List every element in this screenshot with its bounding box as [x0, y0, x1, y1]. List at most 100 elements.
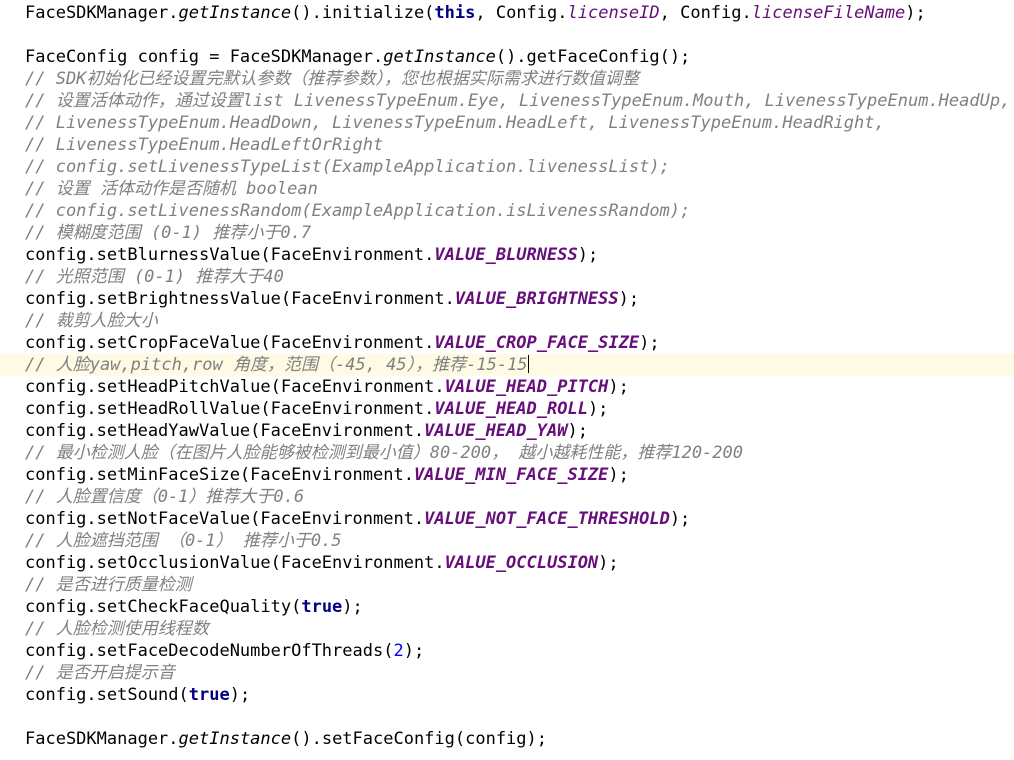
code-text: ); [587, 399, 609, 419]
comment-text: // 人脸检测使用线程数 [25, 619, 209, 639]
code-text: ); [567, 421, 588, 441]
code-text: config.setCheckFaceQuality( [25, 597, 302, 617]
code-text: ); [639, 333, 660, 353]
code-line[interactable]: config.setBlurnessValue(FaceEnvironment.… [0, 244, 1014, 266]
code-line[interactable]: config.setBrightnessValue(FaceEnvironmen… [0, 288, 1014, 310]
constant-token: VALUE_HEAD_YAW [424, 421, 568, 441]
code-text: config.setHeadYawValue(FaceEnvironment. [25, 421, 425, 441]
code-line[interactable]: config.setCropFaceValue(FaceEnvironment.… [0, 332, 1014, 354]
code-line[interactable]: config.setOcclusionValue(FaceEnvironment… [0, 552, 1014, 574]
constant-token: VALUE_NOT_FACE_THRESHOLD [424, 509, 670, 529]
code-text: ().getFaceConfig(); [495, 47, 691, 67]
constant-token: VALUE_BLURNESS [434, 245, 578, 265]
code-text: config.setOcclusionValue(FaceEnvironment… [25, 553, 445, 573]
code-text: ().initialize( [291, 3, 435, 23]
code-line[interactable]: config.setSound(true); [0, 684, 1014, 706]
code-text: config.setMinFaceSize(FaceEnvironment. [25, 465, 414, 485]
text-caret [527, 355, 529, 373]
comment-text: // 是否进行质量检测 [25, 575, 192, 595]
comment-text: // 设置 活体动作是否随机 boolean [25, 179, 318, 199]
code-text: config.setNotFaceValue(FaceEnvironment. [25, 509, 425, 529]
code-text: , Config. [475, 3, 568, 23]
comment-text: // 最小检测人脸（在图片人脸能够被检测到最小值）80-200， 越小越耗性能，… [25, 443, 743, 463]
constant-token: VALUE_HEAD_ROLL [434, 399, 588, 419]
code-line[interactable]: FaceConfig config = FaceSDKManager.getIn… [0, 46, 1014, 68]
code-line[interactable]: config.setHeadPitchValue(FaceEnvironment… [0, 376, 1014, 398]
comment-line[interactable]: // 人脸置信度（0-1）推荐大于0.6 [0, 486, 1014, 508]
method-token: getInstance [383, 47, 496, 67]
comment-text: // 人脸置信度（0-1）推荐大于0.6 [25, 487, 305, 507]
blank-line[interactable] [0, 24, 1014, 46]
keyword-token: true [301, 597, 343, 617]
keyword-token: true [188, 685, 230, 705]
code-line[interactable]: config.setFaceDecodeNumberOfThreads(2); [0, 640, 1014, 662]
code-text: FaceSDKManager. [25, 3, 179, 23]
comment-line[interactable]: // 模糊度范围 (0-1) 推荐小于0.7 [0, 222, 1014, 244]
code-line[interactable]: config.setHeadYawValue(FaceEnvironment.V… [0, 420, 1014, 442]
comment-line[interactable]: // config.setLivenessRandom(ExampleAppli… [0, 200, 1014, 222]
code-text: ); [618, 289, 640, 309]
constant-token: VALUE_OCCLUSION [444, 553, 599, 573]
field-token: licenseID [567, 3, 660, 23]
code-text: config.setBrightnessValue(FaceEnvironmen… [25, 289, 455, 309]
code-text: ); [598, 553, 619, 573]
comment-line[interactable]: // 人脸遮挡范围 （0-1） 推荐小于0.5 [0, 530, 1014, 552]
code-text: ); [342, 597, 363, 617]
code-line[interactable]: config.setCheckFaceQuality(true); [0, 596, 1014, 618]
code-text: ); [229, 685, 251, 705]
comment-line[interactable]: // LivenessTypeEnum.HeadDown, LivenessTy… [0, 112, 1014, 134]
comment-text: // 设置活体动作，通过设置list LivenessTypeEnum.Eye,… [25, 91, 1011, 111]
comment-line[interactable]: // LivenessTypeEnum.HeadLeftOrRight [0, 134, 1014, 156]
code-text: config.setHeadPitchValue(FaceEnvironment… [25, 377, 445, 397]
comment-line[interactable]: // 光照范围 (0-1) 推荐大于40 [0, 266, 1014, 288]
code-text: config.setHeadRollValue(FaceEnvironment. [25, 399, 435, 419]
comment-line[interactable]: // 最小检测人脸（在图片人脸能够被检测到最小值）80-200， 越小越耗性能，… [0, 442, 1014, 464]
comment-text: // 模糊度范围 (0-1) 推荐小于0.7 [25, 223, 312, 243]
code-text: ); [669, 509, 691, 529]
comment-text: // 是否开启提示音 [25, 663, 175, 683]
code-text: config.setBlurnessValue(FaceEnvironment. [25, 245, 435, 265]
code-text: ); [608, 465, 629, 485]
blank-line[interactable] [0, 706, 1014, 728]
comment-line[interactable]: // 裁剪人脸大小 [0, 310, 1014, 332]
comment-line[interactable]: // 设置 活体动作是否随机 boolean [0, 178, 1014, 200]
code-line[interactable]: config.setMinFaceSize(FaceEnvironment.VA… [0, 464, 1014, 486]
code-text: ); [608, 377, 629, 397]
comment-line[interactable]: // SDK初始化已经设置完默认参数（推荐参数），您也根据实际需求进行数值调整 [0, 68, 1014, 90]
code-text: ().setFaceConfig(config); [291, 729, 547, 749]
comment-text: // config.setLivenessTypeList(ExampleApp… [25, 157, 670, 177]
comment-line[interactable]: // 人脸yaw,pitch,row 角度，范围（-45, 45），推荐-15-… [0, 354, 1014, 376]
comment-text: // LivenessTypeEnum.HeadLeftOrRight [25, 135, 384, 155]
code-line[interactable]: FaceSDKManager.getInstance().initialize(… [0, 2, 1014, 24]
comment-line[interactable]: // 设置活体动作，通过设置list LivenessTypeEnum.Eye,… [0, 90, 1014, 112]
comment-line[interactable]: // config.setLivenessTypeList(ExampleApp… [0, 156, 1014, 178]
code-text: config.setFaceDecodeNumberOfThreads( [25, 641, 394, 661]
constant-token: VALUE_HEAD_PITCH [444, 377, 609, 397]
code-text: ); [403, 641, 425, 661]
code-line[interactable]: config.setNotFaceValue(FaceEnvironment.V… [0, 508, 1014, 530]
code-text: FaceSDKManager. [25, 729, 179, 749]
code-line[interactable]: FaceSDKManager.getInstance().setFaceConf… [0, 728, 1014, 750]
code-editor[interactable]: FaceSDKManager.getInstance().initialize(… [0, 0, 1014, 760]
code-text: , Config. [659, 3, 752, 23]
comment-line[interactable]: // 是否开启提示音 [0, 662, 1014, 684]
comment-text: // 人脸yaw,pitch,row 角度，范围（-45, 45），推荐-15-… [25, 355, 528, 375]
field-token: licenseFileName [751, 3, 906, 23]
method-token: getInstance [178, 729, 292, 749]
code-line[interactable]: config.setHeadRollValue(FaceEnvironment.… [0, 398, 1014, 420]
comment-text: // SDK初始化已经设置完默认参数（推荐参数），您也根据实际需求进行数值调整 [25, 69, 639, 89]
comment-line[interactable]: // 人脸检测使用线程数 [0, 618, 1014, 640]
code-text: FaceConfig config = FaceSDKManager. [25, 47, 384, 67]
comment-text: // 人脸遮挡范围 （0-1） 推荐小于0.5 [25, 531, 342, 551]
constant-token: VALUE_MIN_FACE_SIZE [413, 465, 609, 485]
code-text: config.setCropFaceValue(FaceEnvironment. [25, 333, 435, 353]
number-token: 2 [393, 641, 404, 661]
keyword-token: this [434, 3, 476, 23]
constant-token: VALUE_BRIGHTNESS [454, 289, 619, 309]
method-token: getInstance [178, 3, 292, 23]
comment-text: // 光照范围 (0-1) 推荐大于40 [25, 267, 284, 287]
comment-text: // 裁剪人脸大小 [25, 311, 158, 331]
constant-token: VALUE_CROP_FACE_SIZE [434, 333, 640, 353]
comment-line[interactable]: // 是否进行质量检测 [0, 574, 1014, 596]
code-text: ); [905, 3, 926, 23]
